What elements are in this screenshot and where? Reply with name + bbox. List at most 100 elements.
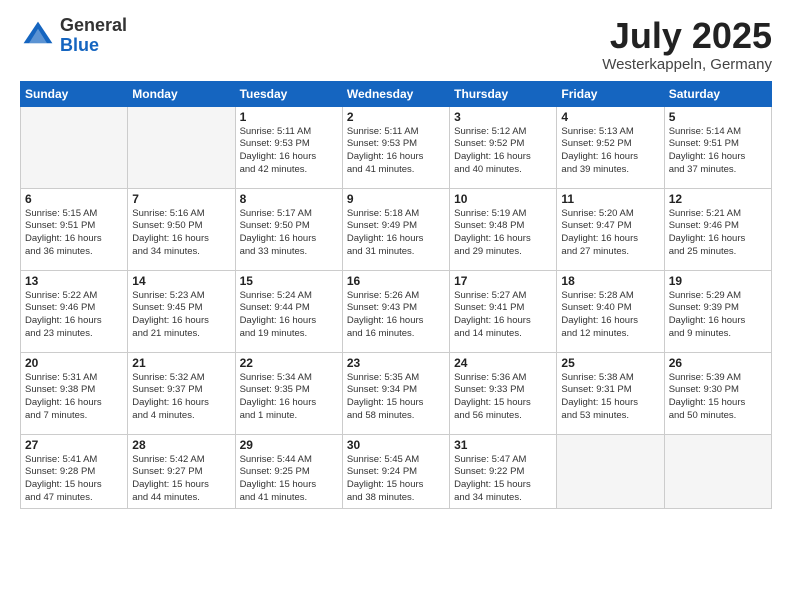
- day-cell: 18 Sunrise: 5:28 AM Sunset: 9:40 PM Dayli…: [557, 270, 664, 352]
- day-number: 6: [25, 192, 123, 206]
- day-cell: 12 Sunrise: 5:21 AM Sunset: 9:46 PM Dayli…: [664, 188, 771, 270]
- day-info: Sunrise: 5:31 AM Sunset: 9:38 PM Dayligh…: [25, 372, 123, 423]
- day-info: Sunrise: 5:29 AM Sunset: 9:39 PM Dayligh…: [669, 290, 767, 341]
- day-number: 27: [25, 438, 123, 452]
- day-info: Sunrise: 5:14 AM Sunset: 9:51 PM Dayligh…: [669, 126, 767, 177]
- day-number: 1: [240, 110, 338, 124]
- day-cell: 23Sunrise: 5:35 AM Sunset: 9:34 PM Dayli…: [342, 352, 449, 434]
- day-number: 12: [669, 192, 767, 206]
- day-cell: [664, 434, 771, 508]
- day-cell: 16 Sunrise: 5:26 AM Sunset: 9:43 PM Dayli…: [342, 270, 449, 352]
- day-number: 13: [25, 274, 123, 288]
- col-header-tuesday: Tuesday: [235, 81, 342, 106]
- day-number: 15: [240, 274, 338, 288]
- day-info: Sunrise: 5:32 AM Sunset: 9:37 PM Dayligh…: [132, 372, 230, 423]
- day-info: Sunrise: 5:11 AM Sunset: 9:53 PM Dayligh…: [240, 126, 338, 177]
- col-header-thursday: Thursday: [450, 81, 557, 106]
- day-cell: 6 Sunrise: 5:15 AM Sunset: 9:51 PM Daylig…: [21, 188, 128, 270]
- header-row: SundayMondayTuesdayWednesdayThursdayFrid…: [21, 81, 772, 106]
- col-header-wednesday: Wednesday: [342, 81, 449, 106]
- day-number: 26: [669, 356, 767, 370]
- day-number: 22: [240, 356, 338, 370]
- day-cell: 3 Sunrise: 5:12 AM Sunset: 9:52 PM Daylig…: [450, 106, 557, 188]
- day-info: Sunrise: 5:39 AM Sunset: 9:30 PM Dayligh…: [669, 372, 767, 423]
- week-row-0: 1 Sunrise: 5:11 AM Sunset: 9:53 PM Daylig…: [21, 106, 772, 188]
- day-cell: 2 Sunrise: 5:11 AM Sunset: 9:53 PM Daylig…: [342, 106, 449, 188]
- day-info: Sunrise: 5:17 AM Sunset: 9:50 PM Dayligh…: [240, 208, 338, 259]
- day-number: 10: [454, 192, 552, 206]
- day-info: Sunrise: 5:41 AM Sunset: 9:28 PM Dayligh…: [25, 454, 123, 505]
- logo: General Blue: [20, 16, 127, 56]
- day-info: Sunrise: 5:27 AM Sunset: 9:41 PM Dayligh…: [454, 290, 552, 341]
- day-info: Sunrise: 5:21 AM Sunset: 9:46 PM Dayligh…: [669, 208, 767, 259]
- day-info: Sunrise: 5:12 AM Sunset: 9:52 PM Dayligh…: [454, 126, 552, 177]
- day-info: Sunrise: 5:42 AM Sunset: 9:27 PM Dayligh…: [132, 454, 230, 505]
- day-info: Sunrise: 5:13 AM Sunset: 9:52 PM Dayligh…: [561, 126, 659, 177]
- logo-text: General Blue: [60, 16, 127, 56]
- day-number: 29: [240, 438, 338, 452]
- day-cell: 26 Sunrise: 5:39 AM Sunset: 9:30 PM Dayli…: [664, 352, 771, 434]
- day-cell: 29Sunrise: 5:44 AM Sunset: 9:25 PM Dayli…: [235, 434, 342, 508]
- col-header-friday: Friday: [557, 81, 664, 106]
- month-title: July 2025: [602, 16, 772, 56]
- logo-blue: Blue: [60, 35, 99, 55]
- day-number: 8: [240, 192, 338, 206]
- day-cell: 11Sunrise: 5:20 AM Sunset: 9:47 PM Dayli…: [557, 188, 664, 270]
- day-cell: 9 Sunrise: 5:18 AM Sunset: 9:49 PM Daylig…: [342, 188, 449, 270]
- col-header-sunday: Sunday: [21, 81, 128, 106]
- day-info: Sunrise: 5:28 AM Sunset: 9:40 PM Dayligh…: [561, 290, 659, 341]
- day-number: 24: [454, 356, 552, 370]
- calendar: SundayMondayTuesdayWednesdayThursdayFrid…: [20, 81, 772, 509]
- day-cell: 28 Sunrise: 5:42 AM Sunset: 9:27 PM Dayli…: [128, 434, 235, 508]
- day-info: Sunrise: 5:16 AM Sunset: 9:50 PM Dayligh…: [132, 208, 230, 259]
- day-info: Sunrise: 5:38 AM Sunset: 9:31 PM Dayligh…: [561, 372, 659, 423]
- day-number: 3: [454, 110, 552, 124]
- day-info: Sunrise: 5:22 AM Sunset: 9:46 PM Dayligh…: [25, 290, 123, 341]
- day-cell: 8 Sunrise: 5:17 AM Sunset: 9:50 PM Daylig…: [235, 188, 342, 270]
- day-cell: 7Sunrise: 5:16 AM Sunset: 9:50 PM Daylig…: [128, 188, 235, 270]
- day-cell: 31 Sunrise: 5:47 AM Sunset: 9:22 PM Dayli…: [450, 434, 557, 508]
- day-number: 31: [454, 438, 552, 452]
- day-number: 11: [561, 192, 659, 206]
- day-info: Sunrise: 5:45 AM Sunset: 9:24 PM Dayligh…: [347, 454, 445, 505]
- day-info: Sunrise: 5:36 AM Sunset: 9:33 PM Dayligh…: [454, 372, 552, 423]
- day-cell: [557, 434, 664, 508]
- day-cell: 14 Sunrise: 5:23 AM Sunset: 9:45 PM Dayli…: [128, 270, 235, 352]
- day-cell: [128, 106, 235, 188]
- day-number: 2: [347, 110, 445, 124]
- day-cell: 21Sunrise: 5:32 AM Sunset: 9:37 PM Dayli…: [128, 352, 235, 434]
- day-number: 14: [132, 274, 230, 288]
- day-number: 18: [561, 274, 659, 288]
- logo-icon: [20, 18, 56, 54]
- day-cell: [21, 106, 128, 188]
- day-info: Sunrise: 5:23 AM Sunset: 9:45 PM Dayligh…: [132, 290, 230, 341]
- day-cell: 1 Sunrise: 5:11 AM Sunset: 9:53 PM Daylig…: [235, 106, 342, 188]
- day-cell: 25Sunrise: 5:38 AM Sunset: 9:31 PM Dayli…: [557, 352, 664, 434]
- day-info: Sunrise: 5:18 AM Sunset: 9:49 PM Dayligh…: [347, 208, 445, 259]
- day-number: 28: [132, 438, 230, 452]
- subtitle: Westerkappeln, Germany: [602, 56, 772, 73]
- day-info: Sunrise: 5:47 AM Sunset: 9:22 PM Dayligh…: [454, 454, 552, 505]
- day-number: 17: [454, 274, 552, 288]
- day-info: Sunrise: 5:15 AM Sunset: 9:51 PM Dayligh…: [25, 208, 123, 259]
- day-cell: 30Sunrise: 5:45 AM Sunset: 9:24 PM Dayli…: [342, 434, 449, 508]
- page: General Blue July 2025 Westerkappeln, Ge…: [0, 0, 792, 612]
- day-info: Sunrise: 5:35 AM Sunset: 9:34 PM Dayligh…: [347, 372, 445, 423]
- day-number: 5: [669, 110, 767, 124]
- day-cell: 10 Sunrise: 5:19 AM Sunset: 9:48 PM Dayli…: [450, 188, 557, 270]
- day-info: Sunrise: 5:26 AM Sunset: 9:43 PM Dayligh…: [347, 290, 445, 341]
- day-cell: 27 Sunrise: 5:41 AM Sunset: 9:28 PM Dayli…: [21, 434, 128, 508]
- day-number: 4: [561, 110, 659, 124]
- day-number: 9: [347, 192, 445, 206]
- week-row-4: 27 Sunrise: 5:41 AM Sunset: 9:28 PM Dayli…: [21, 434, 772, 508]
- col-header-monday: Monday: [128, 81, 235, 106]
- day-info: Sunrise: 5:24 AM Sunset: 9:44 PM Dayligh…: [240, 290, 338, 341]
- day-number: 19: [669, 274, 767, 288]
- day-cell: 5 Sunrise: 5:14 AM Sunset: 9:51 PM Daylig…: [664, 106, 771, 188]
- day-cell: 17 Sunrise: 5:27 AM Sunset: 9:41 PM Dayli…: [450, 270, 557, 352]
- day-info: Sunrise: 5:11 AM Sunset: 9:53 PM Dayligh…: [347, 126, 445, 177]
- day-number: 16: [347, 274, 445, 288]
- day-info: Sunrise: 5:19 AM Sunset: 9:48 PM Dayligh…: [454, 208, 552, 259]
- header: General Blue July 2025 Westerkappeln, Ge…: [20, 16, 772, 73]
- day-cell: 4 Sunrise: 5:13 AM Sunset: 9:52 PM Daylig…: [557, 106, 664, 188]
